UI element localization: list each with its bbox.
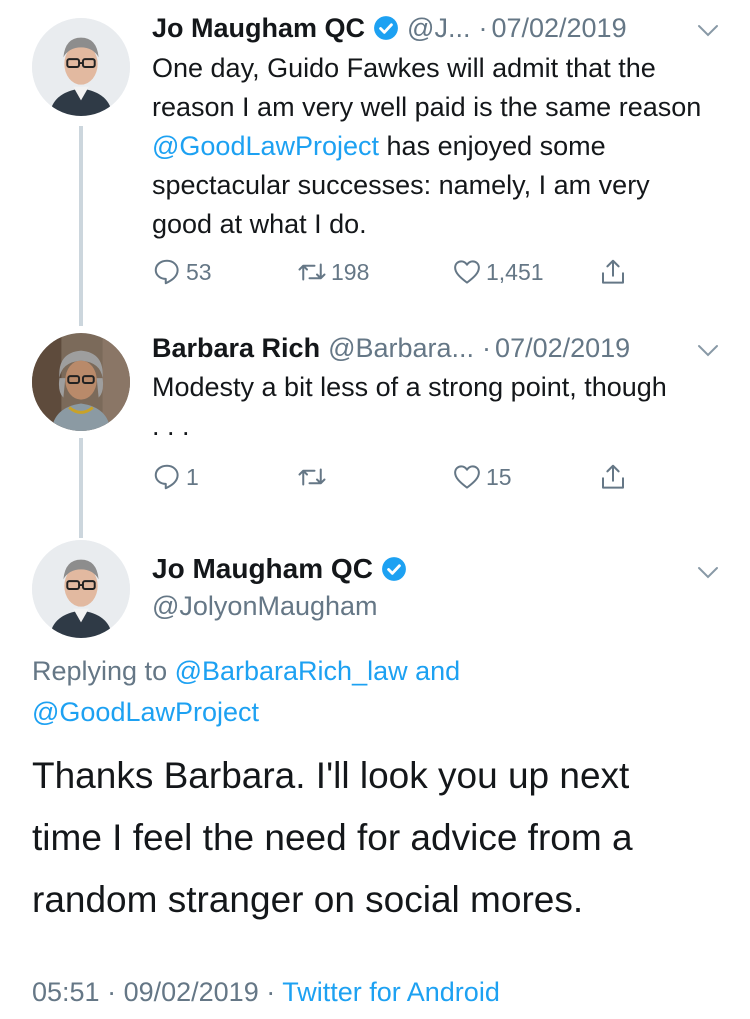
reply-icon — [154, 464, 179, 490]
like-button[interactable]: 15 — [452, 457, 512, 497]
heart-icon — [454, 465, 480, 489]
separator: · — [478, 12, 488, 43]
main-author: Jo Maugham QC — [152, 549, 407, 589]
avatar[interactable] — [32, 540, 130, 638]
main-tweet-text: Thanks Barbara. I'll look you up next ti… — [32, 755, 633, 920]
chevron-down-icon[interactable] — [696, 18, 720, 42]
author-handle[interactable]: @Barbara... — [328, 333, 474, 364]
retweet-button[interactable] — [297, 457, 331, 497]
share-button[interactable] — [598, 252, 632, 292]
tweet-text: One day, Guido Fawkes will admit that th… — [152, 49, 712, 244]
author-name[interactable]: Jo Maugham QC — [152, 553, 373, 585]
tweet-time: 05:51 — [32, 977, 100, 1007]
share-icon — [602, 259, 624, 284]
author-handle[interactable]: @JolyonMaugham — [152, 586, 378, 626]
tweet-text-part: One day, Guido Fawkes will admit that th… — [152, 53, 702, 122]
separator: · — [258, 977, 283, 1007]
author-name[interactable]: Barbara Rich — [152, 333, 320, 364]
share-icon — [602, 464, 624, 489]
retweet-icon — [298, 263, 326, 281]
replying-to: Replying to @BarbaraRich_law and @GoodLaw… — [32, 651, 722, 733]
thread-line — [79, 438, 83, 538]
tweet-date: 09/02/2019 — [123, 977, 259, 1007]
retweet-count: 198 — [331, 258, 370, 285]
tweet-header: Jo Maugham QC @J... · 07/02/2019 — [152, 8, 627, 48]
reply-count: 1 — [186, 463, 199, 490]
share-button[interactable] — [598, 457, 632, 497]
author-name[interactable]: Jo Maugham QC — [152, 13, 365, 44]
mention-link[interactable]: @BarbaraRich_law — [175, 656, 408, 686]
mention-link[interactable]: @GoodLawProject — [32, 697, 259, 727]
retweet-button[interactable]: 198 — [297, 252, 369, 292]
reply-count: 53 — [186, 258, 212, 285]
reply-button[interactable]: 1 — [152, 457, 199, 497]
tweet-date[interactable]: 07/02/2019 — [491, 13, 626, 44]
replying-and[interactable]: and — [408, 656, 460, 686]
replying-prefix: Replying to — [32, 656, 175, 686]
mention-link[interactable]: @GoodLawProject — [152, 131, 379, 161]
chevron-down-icon[interactable] — [696, 338, 720, 362]
reply-icon — [154, 259, 179, 285]
reply-button[interactable]: 53 — [152, 252, 212, 292]
like-count: 15 — [486, 463, 512, 490]
heart-icon — [454, 260, 480, 284]
tweet-actions: 53 198 1,451 — [152, 252, 652, 292]
avatar[interactable] — [32, 18, 130, 116]
like-button[interactable]: 1,451 — [452, 252, 544, 292]
verified-badge-icon — [373, 15, 399, 41]
retweet-icon — [298, 468, 326, 486]
tweet-actions: 1 15 — [152, 457, 652, 497]
thread-line — [79, 126, 83, 326]
chevron-down-icon[interactable] — [696, 560, 720, 584]
tweet-text: Modesty a bit less of a strong point, th… — [152, 372, 667, 441]
author-handle[interactable]: @J... — [407, 13, 470, 44]
separator: · — [482, 332, 492, 363]
tweet-date[interactable]: 07/02/2019 — [495, 333, 630, 364]
source-link[interactable]: Twitter for Android — [282, 977, 500, 1007]
avatar[interactable] — [32, 333, 130, 431]
like-count: 1,451 — [486, 258, 544, 285]
separator: · — [99, 977, 124, 1007]
tweet-header: Barbara Rich @Barbara... · 07/02/2019 — [152, 328, 630, 368]
verified-badge-icon — [381, 556, 407, 582]
tweet-meta: 05:51 · 09/02/2019 · Twitter for Android — [32, 972, 500, 1012]
